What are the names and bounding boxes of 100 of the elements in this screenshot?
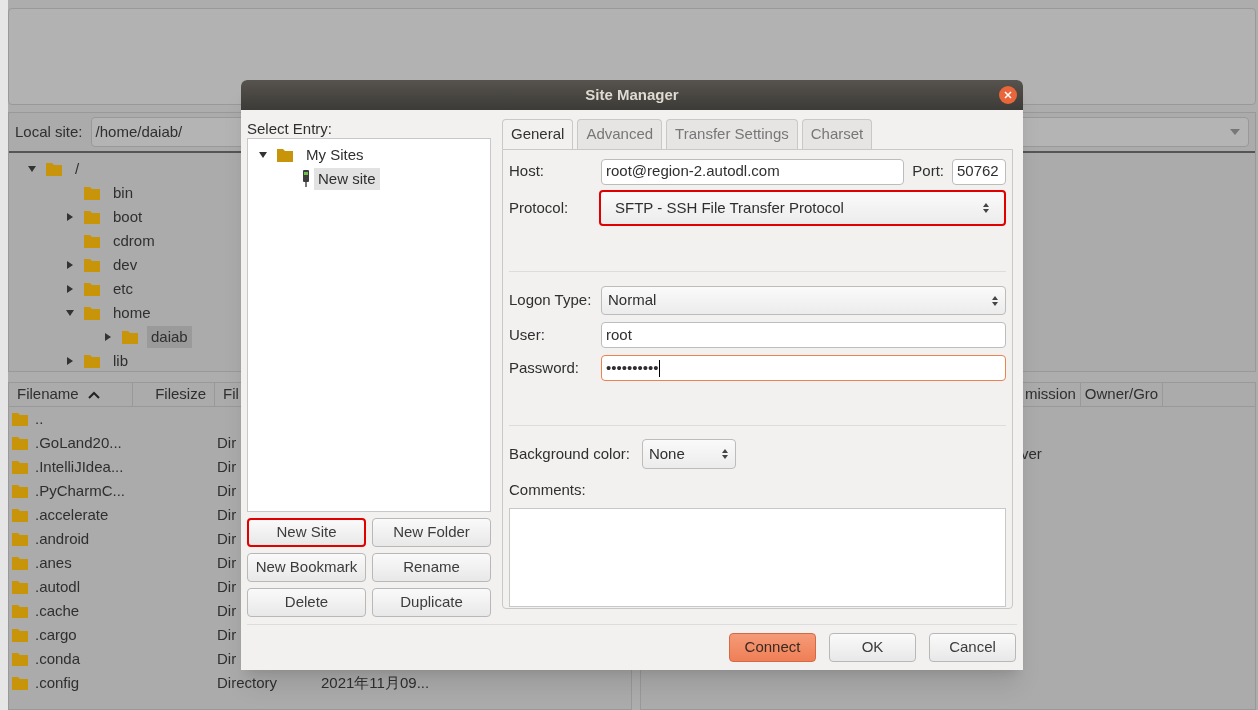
select-entry-label: Select Entry: [247,119,334,138]
dialog-button[interactable]: Rename [372,553,491,582]
file-name[interactable]: .PyCharmC... [35,479,125,503]
file-name[interactable]: .. [35,407,44,431]
window-title: Site Manager [585,84,679,105]
tree-item[interactable]: etc [109,277,137,301]
file-name[interactable]: .anes [35,551,72,575]
folder-icon [83,185,101,201]
tab[interactable]: Charset [801,119,873,149]
tree-item[interactable]: bin [109,181,138,205]
file-name[interactable]: .IntelliJIdea... [35,455,124,479]
spin-arrows-icon [991,294,999,307]
folder-icon [83,281,101,297]
tree-item[interactable]: home [109,301,155,325]
field-label: Logon Type: [509,290,593,311]
folder-icon [45,161,63,177]
tab[interactable]: General [502,119,574,149]
dialog-button[interactable]: Delete [247,588,366,617]
folder-icon [83,233,101,249]
dialog-button[interactable]: Cancel [929,633,1016,662]
file-type: Dir [217,433,237,451]
tree-item[interactable]: New site [314,167,380,191]
file-type: Dir [217,505,237,523]
file-date: 2021年11月09... [321,672,430,693]
dropdown-arrow-icon [1230,129,1240,135]
folder-icon [11,603,29,619]
folder-icon [11,555,29,571]
comments-field[interactable] [509,507,1006,607]
folder-icon [83,209,101,225]
tree-item[interactable]: / [71,157,84,181]
folder-icon [83,257,101,273]
folder-icon [11,579,29,595]
tree-item[interactable]: boot [109,205,147,229]
file-name[interactable]: .cargo [35,623,77,647]
file-name[interactable]: .accelerate [35,503,109,527]
close-button[interactable] [999,86,1017,104]
tree-item[interactable]: My Sites [302,143,368,167]
expanded-arrow-icon[interactable] [258,150,268,160]
dialog-button[interactable]: New Site [247,518,366,547]
column-header[interactable]: Owner/Gro [1080,383,1164,406]
collapsed-arrow-icon[interactable] [65,284,75,294]
host-field[interactable]: root@region-2.autodl.com [601,158,905,185]
folder-icon [83,353,101,369]
spin-arrows-icon [720,448,729,460]
file-type: Directory [217,673,277,691]
port-field[interactable]: 50762 [952,158,1006,185]
collapsed-arrow-icon[interactable] [65,356,75,366]
file-type: Dir [217,577,237,595]
local-site-label: Local site: [15,121,83,142]
collapsed-arrow-icon[interactable] [65,212,75,222]
tree-item[interactable]: daiab [147,325,192,349]
file-name[interactable]: .autodl [35,575,81,599]
folder-icon [11,531,29,547]
file-type: Dir [217,625,237,643]
dialog-button[interactable]: Duplicate [372,588,491,617]
file-name[interactable]: .cache [35,599,80,623]
protocol-select[interactable]: SFTP - SSH File Transfer Protocol [599,190,1006,226]
password-field[interactable]: •••••••••• [601,355,1006,381]
dialog-button[interactable]: OK [829,633,916,662]
site-icon [302,170,310,188]
file-name[interactable]: .conda [35,647,81,671]
column-header[interactable]: Filename [9,383,133,406]
tree-item[interactable]: cdrom [109,229,159,253]
folder-icon [11,651,29,667]
folder-icon [11,435,29,451]
field-label: User: [509,324,546,345]
file-type: Dir [217,481,237,499]
folder-icon [83,305,101,321]
column-header[interactable]: Filesize [133,383,215,406]
close-icon [1004,91,1012,99]
file-name[interactable]: .android [35,527,90,551]
dialog-button[interactable]: New Bookmark [247,553,366,582]
collapsed-arrow-icon[interactable] [65,260,75,270]
field-label: Host: [509,161,545,182]
folder-icon [11,675,29,691]
expanded-arrow-icon[interactable] [65,308,75,318]
tree-item[interactable]: dev [109,253,142,277]
tree-item[interactable]: lib [109,349,132,371]
logon-type-select[interactable]: Normal [601,286,1006,315]
field-label: Background color: [509,443,630,464]
user-field[interactable]: root [601,322,1006,348]
expanded-arrow-icon[interactable] [27,164,37,174]
spin-arrows-icon [982,202,990,214]
file-name[interactable]: .config [35,671,80,695]
collapsed-arrow-icon[interactable] [103,332,113,342]
background-color-select[interactable]: None [641,439,736,469]
tab[interactable]: Transfer Settings [666,119,798,149]
file-name[interactable]: .GoLand20... [35,431,122,455]
folder-icon [11,507,29,523]
tab[interactable]: Advanced [577,119,663,149]
folder-icon [121,329,139,345]
file-type: Dir [217,553,237,571]
file-type: Dir [217,601,237,619]
folder-icon [11,483,29,499]
dialog-button[interactable]: Connect [729,633,816,662]
file-type: Dir [217,529,237,547]
field-label: Comments: [509,480,587,500]
dialog-button[interactable]: New Folder [372,518,491,547]
file-type: Dir [217,649,237,667]
field-label: Port: [912,161,944,182]
